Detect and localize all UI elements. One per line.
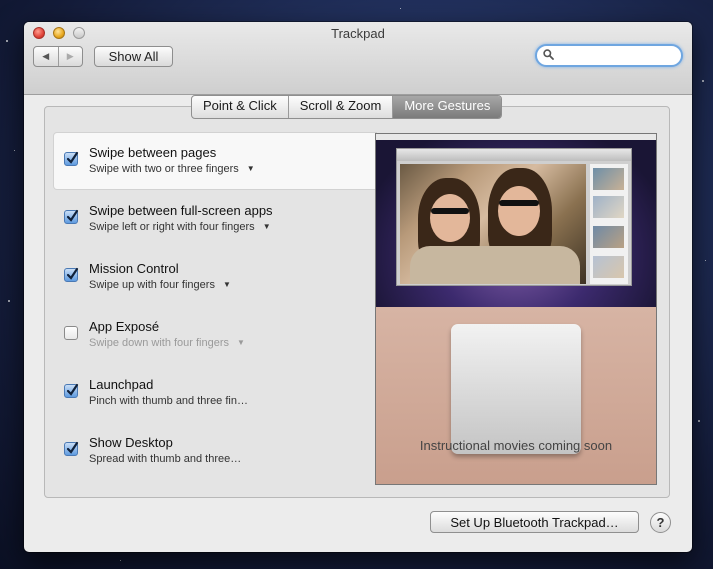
setup-bluetooth-trackpad-button[interactable]: Set Up Bluetooth Trackpad…	[430, 511, 639, 533]
mission-control-checkbox[interactable]	[64, 267, 79, 282]
gesture-row-launchpad[interactable]: Launchpad Pinch with thumb and three fin…	[54, 365, 376, 421]
gesture-option-popup[interactable]: Swipe down with four fingers ▼	[89, 337, 245, 349]
gesture-option-popup[interactable]: Swipe left or right with four fingers ▼	[89, 221, 271, 233]
back-forward-control: ◀ ▶	[33, 46, 83, 67]
trackpad-illustration	[451, 324, 581, 454]
gesture-row-swipe-fullscreen[interactable]: Swipe between full-screen apps Swipe lef…	[54, 191, 376, 247]
back-arrow-icon: ◀	[42, 51, 50, 61]
help-button[interactable]: ?	[650, 512, 671, 533]
magnifying-glass-icon	[543, 49, 554, 60]
show-all-button[interactable]: Show All	[94, 46, 173, 67]
gesture-title: Show Desktop	[89, 435, 173, 450]
preview-screen-image	[376, 134, 656, 307]
checkmark-icon	[66, 383, 79, 396]
gesture-title: Swipe between full-screen apps	[89, 203, 273, 218]
preview-trackpad-area	[376, 307, 656, 484]
tab-scroll-and-zoom[interactable]: Scroll & Zoom	[287, 96, 393, 118]
search-field[interactable]	[535, 44, 683, 67]
checkmark-icon	[66, 151, 79, 164]
checkmark-icon	[66, 441, 79, 454]
tab-bar: Point & Click Scroll & Zoom More Gesture…	[191, 95, 503, 119]
preview-caption: Instructional movies coming soon	[419, 438, 613, 453]
gesture-row-swipe-pages[interactable]: Swipe between pages Swipe with two or th…	[54, 133, 393, 189]
gesture-option-popup[interactable]: Swipe up with four fingers ▼	[89, 279, 231, 291]
gesture-row-show-desktop[interactable]: Show Desktop Spread with thumb and three…	[54, 423, 376, 479]
gesture-title: Mission Control	[89, 261, 179, 276]
chevron-down-icon: ▼	[246, 164, 255, 173]
gesture-description: Spread with thumb and three…	[89, 453, 242, 465]
checkmark-icon	[66, 209, 79, 222]
gesture-row-mission-control[interactable]: Mission Control Swipe up with four finge…	[54, 249, 376, 305]
gesture-row-app-expose[interactable]: App Exposé Swipe down with four fingers ▼	[54, 307, 376, 363]
title-bar: Trackpad ◀ ▶ Show All	[24, 22, 692, 95]
preview-photo	[400, 164, 586, 284]
checkmark-icon	[66, 267, 79, 280]
window-title: Trackpad	[331, 26, 385, 41]
swipe-fullscreen-checkbox[interactable]	[64, 209, 79, 224]
trackpad-preferences-window: Trackpad ◀ ▶ Show All Point & Click Scro…	[24, 22, 692, 552]
chevron-down-icon: ▼	[237, 338, 245, 347]
gesture-option-popup[interactable]: Swipe with two or three fingers ▼	[89, 163, 255, 175]
tab-point-and-click[interactable]: Point & Click	[192, 96, 288, 118]
show-desktop-checkbox[interactable]	[64, 441, 79, 456]
forward-button[interactable]: ▶	[57, 47, 83, 66]
chevron-down-icon: ▼	[262, 222, 271, 231]
swipe-pages-checkbox[interactable]	[64, 151, 79, 166]
gesture-description: Pinch with thumb and three fin…	[89, 395, 248, 407]
gesture-title: Swipe between pages	[89, 145, 217, 160]
tab-more-gestures[interactable]: More Gestures	[392, 96, 502, 118]
gesture-title: App Exposé	[89, 319, 160, 334]
gesture-preview: Instructional movies coming soon	[375, 133, 657, 485]
app-expose-checkbox[interactable]	[64, 326, 78, 340]
gesture-title: Launchpad	[89, 377, 154, 392]
forward-arrow-icon: ▶	[66, 51, 74, 61]
chevron-down-icon: ▼	[222, 280, 231, 289]
back-button[interactable]: ◀	[34, 47, 58, 66]
launchpad-checkbox[interactable]	[64, 383, 79, 398]
